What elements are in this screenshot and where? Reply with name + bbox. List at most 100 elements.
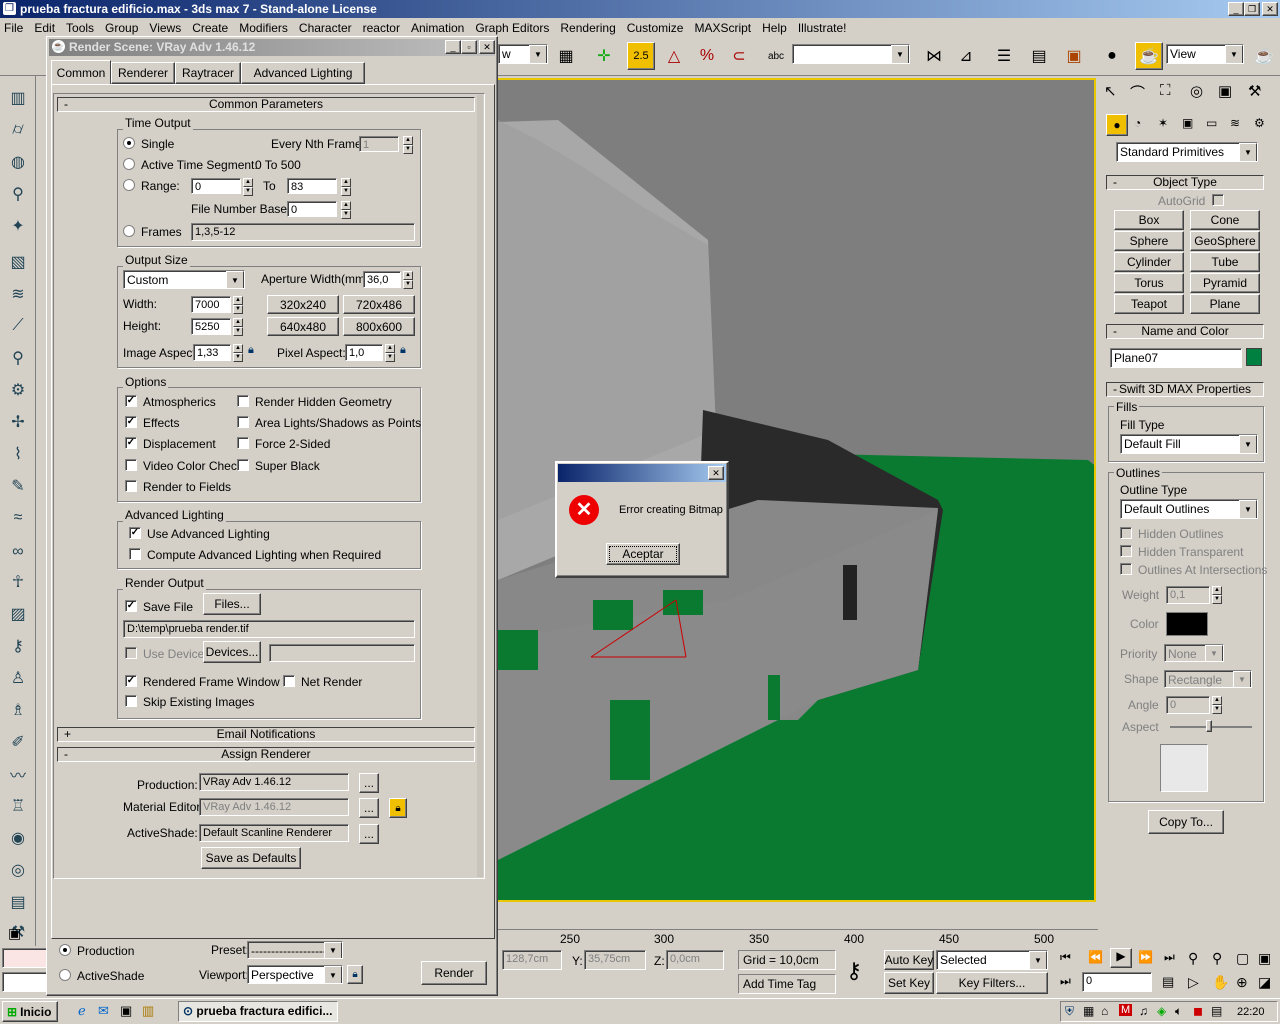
quick-render-icon[interactable]: ☕ bbox=[1250, 42, 1278, 70]
range-radio[interactable] bbox=[123, 179, 135, 191]
menu-item[interactable]: Character bbox=[299, 21, 352, 35]
layer-manager-icon[interactable]: ☰ bbox=[990, 42, 1018, 70]
viewport-lock-icon[interactable]: 🔒︎ bbox=[347, 965, 363, 984]
object-type-rollout[interactable]: - Object Type bbox=[1106, 175, 1264, 190]
preset-720x486-button[interactable]: 720x486 bbox=[343, 295, 415, 314]
shape-dropdown[interactable]: Rectangle bbox=[1164, 670, 1252, 688]
create-box-icon[interactable]: ▥ bbox=[4, 84, 32, 112]
curve-editor-icon[interactable]: ▤ bbox=[1025, 42, 1053, 70]
start-button[interactable]: ⊞ Inicio bbox=[2, 1001, 58, 1022]
ok-button[interactable]: Aceptar bbox=[606, 543, 680, 565]
menu-item[interactable]: File bbox=[4, 21, 23, 35]
file-number-base-spinner[interactable]: ▲ ▼ bbox=[341, 201, 351, 219]
media-icon[interactable]: ▣ bbox=[120, 1003, 132, 1019]
zoom-extents-icon[interactable]: ▢ bbox=[1236, 950, 1249, 967]
name-color-rollout[interactable]: - Name and Color bbox=[1106, 324, 1264, 339]
pyramid-button[interactable]: Pyramid bbox=[1190, 273, 1260, 293]
video-color-check-checkbox[interactable] bbox=[125, 459, 137, 471]
render-hidden-geometry-checkbox[interactable] bbox=[237, 395, 249, 407]
image-aspect-field[interactable]: 1,33 bbox=[193, 344, 231, 361]
sphere-icon[interactable]: ◍ bbox=[4, 148, 32, 176]
auto-key-button[interactable]: Auto Key bbox=[884, 950, 934, 970]
tray-network-icon[interactable]: ▦ bbox=[1083, 1004, 1094, 1018]
magnify-icon[interactable]: ⚲ bbox=[4, 344, 32, 372]
explorer-icon[interactable]: ▥ bbox=[142, 1003, 154, 1019]
range-to-spinner[interactable]: ▲ ▼ bbox=[341, 178, 351, 196]
toolbar-selection-dropdown[interactable]: w bbox=[498, 44, 548, 64]
use-advanced-lighting-checkbox[interactable]: ✓ bbox=[129, 527, 141, 539]
systems-icon[interactable]: ⚙ bbox=[1254, 116, 1265, 130]
plane-button[interactable]: Plane bbox=[1190, 294, 1260, 314]
go-end-icon[interactable]: ⏭ bbox=[1164, 950, 1175, 965]
menu-item[interactable]: Edit bbox=[34, 21, 55, 35]
play-icon[interactable]: ▶ bbox=[1110, 948, 1132, 968]
menu-item[interactable]: Rendering bbox=[560, 21, 615, 35]
preset-dropdown[interactable]: -------------------- bbox=[247, 941, 343, 959]
frames-radio[interactable] bbox=[123, 225, 135, 237]
menu-item[interactable]: Customize bbox=[627, 21, 684, 35]
menu-item[interactable]: Graph Editors bbox=[475, 21, 549, 35]
go-start-icon[interactable]: ⏮ bbox=[1060, 950, 1071, 965]
viewport-dropdown[interactable]: Perspective bbox=[247, 965, 343, 984]
material-editor-lock-icon[interactable]: 🔒︎ bbox=[389, 798, 407, 818]
helper-icon[interactable]: ✦ bbox=[4, 212, 32, 240]
maximize-viewport-icon[interactable]: ◪ bbox=[1258, 974, 1271, 991]
tray-virus-icon[interactable]: ◼ bbox=[1193, 1004, 1203, 1018]
save-file-checkbox[interactable]: ✓ bbox=[125, 600, 137, 612]
menu-item[interactable]: reactor bbox=[363, 21, 400, 35]
compute-advanced-lighting-checkbox[interactable] bbox=[129, 548, 141, 560]
y-coordinate-field[interactable]: 35,75cm bbox=[584, 950, 646, 970]
tab-common[interactable]: Common bbox=[51, 60, 111, 84]
cylinder-button[interactable]: Cylinder bbox=[1114, 252, 1184, 272]
area-lights-checkbox[interactable] bbox=[237, 416, 249, 428]
skip-existing-checkbox[interactable] bbox=[125, 695, 137, 707]
render-to-fields-checkbox[interactable] bbox=[125, 480, 137, 492]
helpers-icon[interactable]: ▭ bbox=[1206, 116, 1217, 130]
rollout-scrollbar[interactable] bbox=[477, 95, 483, 877]
bone-icon[interactable]: ✢ bbox=[4, 408, 32, 436]
copy-to-button[interactable]: Copy To... bbox=[1148, 810, 1224, 834]
super-black-checkbox[interactable] bbox=[237, 459, 249, 471]
orbit-icon[interactable]: ⊕ bbox=[1236, 974, 1248, 991]
prev-frame-icon[interactable]: ⏪ bbox=[1088, 950, 1103, 964]
displacement-checkbox[interactable]: ✓ bbox=[125, 437, 137, 449]
render-dialog-restore[interactable]: ▫ bbox=[461, 40, 477, 54]
box-button[interactable]: Box bbox=[1114, 210, 1184, 230]
height-field[interactable]: 5250 bbox=[191, 318, 231, 335]
tab-raytracer[interactable]: Raytracer bbox=[175, 62, 241, 84]
timeline-ruler[interactable]: 250 300 350 400 450 500 bbox=[498, 916, 1098, 946]
outlines-intersections-checkbox[interactable] bbox=[1120, 563, 1132, 575]
every-nth-spinner[interactable]: ▲ ▼ bbox=[403, 136, 413, 154]
cameras-icon[interactable]: ▣ bbox=[1182, 116, 1193, 130]
select-filter-icon[interactable]: ▦ bbox=[552, 42, 580, 70]
display-tab-icon[interactable]: ▣ bbox=[1218, 82, 1232, 100]
production-renderer-choose-button[interactable]: ... bbox=[359, 773, 379, 793]
tray-mail-icon[interactable]: M bbox=[1119, 1004, 1133, 1016]
object-name-field[interactable]: Plane07 bbox=[1110, 348, 1242, 368]
render-scene-icon[interactable]: ☕ bbox=[1135, 42, 1163, 70]
weight-field[interactable]: 0,1 bbox=[1166, 586, 1210, 604]
category-dropdown[interactable]: Standard Primitives bbox=[1116, 142, 1258, 162]
sphere-button[interactable]: Sphere bbox=[1114, 231, 1184, 251]
preset-320x240-button[interactable]: 320x240 bbox=[267, 295, 339, 314]
schematic-view-icon[interactable]: ▣ bbox=[1060, 42, 1088, 70]
save-as-defaults-button[interactable]: Save as Defaults bbox=[201, 847, 301, 869]
taskbar-task-3dsmax[interactable]: ⊙ prueba fractura edifici... bbox=[178, 1001, 338, 1022]
brush-icon[interactable]: ✎ bbox=[4, 472, 32, 500]
activeshade-renderer-choose-button[interactable]: ... bbox=[359, 824, 379, 844]
shapes-icon[interactable]: ◔ bbox=[1134, 116, 1141, 130]
key-filters-button[interactable]: Key Filters... bbox=[936, 972, 1048, 994]
activeshade-renderer-field[interactable]: Default Scanline Renderer bbox=[199, 824, 349, 842]
zoom-icon[interactable]: ⚲ bbox=[1188, 950, 1198, 967]
angle-spinner[interactable]: ▲ ▼ bbox=[1212, 696, 1222, 714]
shirt-icon[interactable]: ♖ bbox=[4, 792, 32, 820]
devices-button[interactable]: Devices... bbox=[203, 641, 261, 663]
tube-button[interactable]: Tube bbox=[1190, 252, 1260, 272]
motion-tab-icon[interactable]: ◎ bbox=[1190, 82, 1203, 100]
atmospherics-checkbox[interactable]: ✓ bbox=[125, 395, 137, 407]
object-color-swatch[interactable] bbox=[1246, 348, 1262, 366]
priority-dropdown[interactable]: None bbox=[1164, 644, 1224, 662]
output-path-field[interactable]: D:\temp\prueba render.tif bbox=[123, 620, 415, 638]
camera-icon[interactable]: ▣ bbox=[8, 925, 30, 943]
aperture-width-field[interactable]: 36,0 bbox=[363, 271, 401, 288]
